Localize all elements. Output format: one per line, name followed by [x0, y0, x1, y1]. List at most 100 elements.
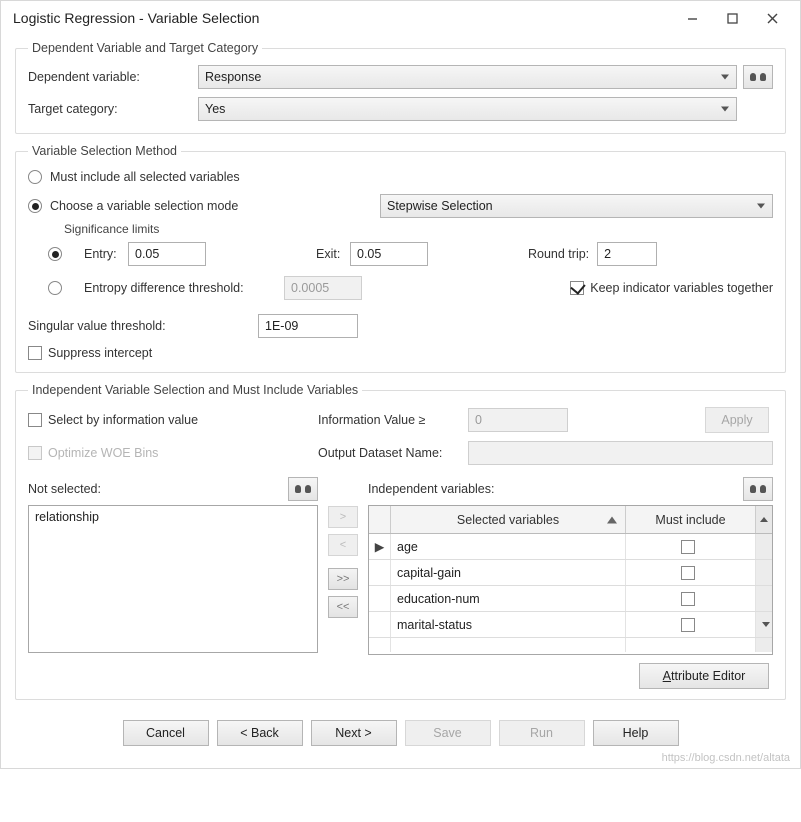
table-row[interactable]: marital-status [369, 612, 772, 638]
cell-variable: age [391, 534, 626, 559]
dialog-window: Logistic Regression - Variable Selection… [0, 0, 801, 769]
target-category-label: Target category: [28, 102, 198, 116]
radio-include-all-label: Must include all selected variables [50, 170, 240, 184]
selection-mode-select[interactable]: Stepwise Selection [380, 194, 773, 218]
select-by-info-checkbox[interactable] [28, 413, 42, 427]
entropy-label: Entropy difference threshold: [84, 281, 284, 295]
must-include-checkbox[interactable] [681, 540, 695, 554]
dependent-variable-label: Dependent variable: [28, 70, 198, 84]
window-title: Logistic Regression - Variable Selection [13, 10, 672, 26]
scroll-up-button[interactable] [756, 506, 772, 533]
table-body: ▶ age capital-gain [369, 534, 772, 652]
output-dataset-label: Output Dataset Name: [318, 446, 468, 460]
not-selected-label: Not selected: [28, 482, 282, 496]
cell-variable: capital-gain [391, 560, 626, 585]
not-selected-binoculars-button[interactable] [288, 477, 318, 501]
singular-threshold-input[interactable]: 1E-09 [258, 314, 358, 338]
scrollbar-track[interactable] [756, 560, 772, 585]
must-include-checkbox[interactable] [681, 592, 695, 606]
apply-button: Apply [705, 407, 769, 433]
selection-mode-value: Stepwise Selection [387, 199, 493, 213]
scrollbar-track[interactable] [756, 534, 772, 559]
select-by-info-label: Select by information value [48, 413, 318, 427]
cell-must-include[interactable] [626, 560, 756, 585]
cell-variable: marital-status [391, 612, 626, 637]
not-selected-listbox[interactable]: relationship [28, 505, 318, 653]
round-trip-input[interactable]: 2 [597, 242, 657, 266]
cell-must-include[interactable] [626, 534, 756, 559]
binoculars-icon [750, 483, 766, 495]
target-category-value: Yes [205, 102, 225, 116]
entry-input[interactable]: 0.05 [128, 242, 206, 266]
group-selection-method-legend: Variable Selection Method [28, 144, 181, 158]
optimize-woe-label: Optimize WOE Bins [48, 446, 318, 460]
cell-must-include[interactable] [626, 586, 756, 611]
cancel-button[interactable]: Cancel [123, 720, 209, 746]
help-button[interactable]: Help [593, 720, 679, 746]
selected-variables-column[interactable]: Selected variables [391, 506, 626, 533]
minimize-button[interactable] [672, 4, 712, 32]
list-item[interactable]: relationship [35, 510, 311, 524]
keep-indicator-checkbox[interactable] [570, 281, 584, 295]
footer-buttons: Cancel < Back Next > Save Run Help [15, 710, 786, 758]
scroll-down-button[interactable] [756, 612, 772, 637]
radio-include-all[interactable] [28, 170, 42, 184]
binoculars-icon [750, 71, 766, 83]
entropy-input: 0.0005 [284, 276, 362, 300]
significance-limits-legend: Significance limits [64, 222, 773, 236]
table-row[interactable]: capital-gain [369, 560, 772, 586]
radio-entropy[interactable] [48, 281, 62, 295]
target-category-select[interactable]: Yes [198, 97, 737, 121]
move-right-button[interactable]: > [328, 506, 358, 528]
radio-significance[interactable] [48, 247, 62, 261]
info-value-input: 0 [468, 408, 568, 432]
attribute-editor-button[interactable]: Attribute Editor [639, 663, 769, 689]
independent-variables-label: Independent variables: [368, 482, 737, 496]
row-header-column [369, 506, 391, 533]
chevron-up-icon [760, 517, 768, 522]
suppress-intercept-checkbox[interactable] [28, 346, 42, 360]
table-row [369, 638, 772, 652]
must-include-checkbox[interactable] [681, 618, 695, 632]
dialog-body: Dependent Variable and Target Category D… [1, 35, 800, 768]
table-row[interactable]: ▶ age [369, 534, 772, 560]
scrollbar-track[interactable] [756, 586, 772, 611]
singular-threshold-label: Singular value threshold: [28, 319, 258, 333]
dependent-binoculars-button[interactable] [743, 65, 773, 89]
independent-variables-table[interactable]: Selected variables Must include ▶ age [368, 505, 773, 655]
group-dependent-legend: Dependent Variable and Target Category [28, 41, 262, 55]
optimize-woe-checkbox [28, 446, 42, 460]
move-all-right-button[interactable]: >> [328, 568, 358, 590]
group-dependent: Dependent Variable and Target Category D… [15, 41, 786, 134]
radio-choose-mode[interactable] [28, 199, 42, 213]
sort-asc-icon [607, 516, 617, 523]
maximize-button[interactable] [712, 4, 752, 32]
dependent-variable-value: Response [205, 70, 261, 84]
must-include-checkbox[interactable] [681, 566, 695, 580]
group-independent: Independent Variable Selection and Must … [15, 383, 786, 700]
independent-binoculars-button[interactable] [743, 477, 773, 501]
row-indicator: ▶ [369, 534, 391, 559]
group-selection-method: Variable Selection Method Must include a… [15, 144, 786, 373]
chevron-down-icon [762, 622, 770, 627]
table-row[interactable]: education-num [369, 586, 772, 612]
info-value-label: Information Value ≥ [318, 413, 468, 427]
cell-variable: education-num [391, 586, 626, 611]
cell-must-include[interactable] [626, 612, 756, 637]
keep-indicator-label: Keep indicator variables together [590, 281, 773, 295]
must-include-column[interactable]: Must include [626, 506, 756, 533]
output-dataset-input [468, 441, 773, 465]
run-button: Run [499, 720, 585, 746]
back-button[interactable]: < Back [217, 720, 303, 746]
save-button: Save [405, 720, 491, 746]
dependent-variable-select[interactable]: Response [198, 65, 737, 89]
next-button[interactable]: Next > [311, 720, 397, 746]
exit-input[interactable]: 0.05 [350, 242, 428, 266]
suppress-intercept-label: Suppress intercept [48, 346, 152, 360]
round-trip-label: Round trip: [528, 247, 589, 261]
radio-choose-mode-label: Choose a variable selection mode [50, 199, 380, 213]
close-button[interactable] [752, 4, 792, 32]
move-all-left-button[interactable]: << [328, 596, 358, 618]
move-left-button[interactable]: < [328, 534, 358, 556]
entry-label: Entry: [84, 247, 128, 261]
